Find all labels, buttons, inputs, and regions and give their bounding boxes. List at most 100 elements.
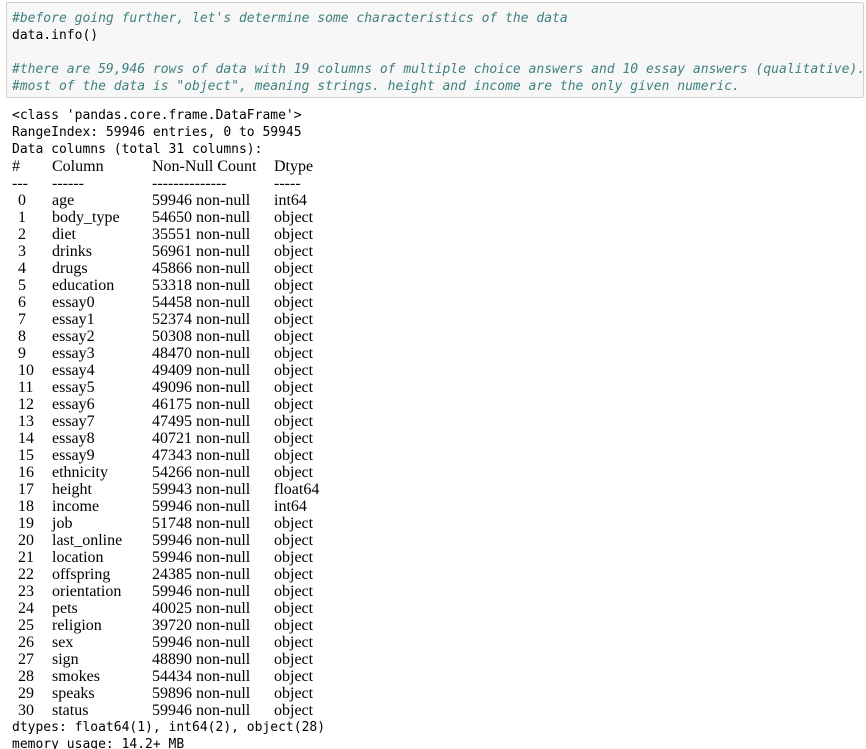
code-statement-line: data.info() — [12, 28, 99, 43]
row-index: 24 — [18, 600, 34, 617]
row-dtype: object — [274, 515, 314, 532]
row-non-null-count: 54458 non-null — [152, 294, 251, 311]
table-row: 22 offspring 24385 non-null object — [12, 566, 412, 583]
code-input-cell[interactable]: #before going further, let's determine s… — [6, 2, 866, 98]
table-row: 6 essay0 54458 non-null object — [12, 294, 412, 311]
row-non-null-count: 54650 non-null — [152, 209, 251, 226]
row-dtype: object — [274, 464, 314, 481]
row-index: 13 — [18, 413, 34, 430]
divider-count: -------------- — [152, 175, 227, 192]
row-dtype: object — [274, 226, 314, 243]
row-column-name: last_online — [52, 532, 123, 549]
row-column-name: essay2 — [52, 328, 95, 345]
row-non-null-count: 59946 non-null — [152, 583, 251, 600]
row-column-name: essay8 — [52, 430, 95, 447]
code-comment-line: #most of the data is "object", meaning s… — [12, 79, 740, 94]
row-non-null-count: 48890 non-null — [152, 651, 251, 668]
row-column-name: pets — [52, 600, 78, 617]
row-column-name: essay5 — [52, 379, 95, 396]
code-comment-line: #before going further, let's determine s… — [12, 11, 568, 26]
row-non-null-count: 59946 non-null — [152, 498, 251, 515]
output-range-line: RangeIndex: 59946 entries, 0 to 59945 — [12, 125, 302, 140]
row-index: 0 — [18, 192, 26, 209]
row-non-null-count: 54434 non-null — [152, 668, 251, 685]
row-non-null-count: 24385 non-null — [152, 566, 251, 583]
table-row: 21 location 59946 non-null object — [12, 549, 412, 566]
row-column-name: location — [52, 549, 104, 566]
row-column-name: sex — [52, 634, 74, 651]
row-non-null-count: 35551 non-null — [152, 226, 251, 243]
row-index: 18 — [18, 498, 34, 515]
row-dtype: object — [274, 277, 314, 294]
row-index: 9 — [18, 345, 26, 362]
row-dtype: object — [274, 328, 314, 345]
table-row: 30 status 59946 non-null object — [12, 702, 412, 719]
row-column-name: drugs — [52, 260, 88, 277]
row-non-null-count: 52374 non-null — [152, 311, 251, 328]
row-column-name: essay3 — [52, 345, 95, 362]
row-non-null-count: 59896 non-null — [152, 685, 251, 702]
row-dtype: object — [274, 396, 314, 413]
row-column-name: religion — [52, 617, 102, 634]
code-comment-line: #there are 59,946 rows of data with 19 c… — [12, 62, 866, 77]
row-index: 16 — [18, 464, 34, 481]
output-class-line: <class 'pandas.core.frame.DataFrame'> — [12, 108, 302, 123]
row-dtype: object — [274, 379, 314, 396]
row-dtype: object — [274, 651, 314, 668]
row-column-name: drinks — [52, 243, 92, 260]
row-column-name: essay1 — [52, 311, 95, 328]
table-row: 26 sex 59946 non-null object — [12, 634, 412, 651]
table-row: 14 essay8 40721 non-null object — [12, 430, 412, 447]
table-row: 18 income 59946 non-null int64 — [12, 498, 412, 515]
row-column-name: height — [52, 481, 92, 498]
row-dtype: object — [274, 617, 314, 634]
row-dtype: int64 — [274, 192, 307, 209]
info-table-divider: --- ------ -------------- ----- — [12, 175, 412, 192]
table-row: 8 essay2 50308 non-null object — [12, 328, 412, 345]
table-row: 29 speaks 59896 non-null object — [12, 685, 412, 702]
table-row: 23 orientation 59946 non-null object — [12, 583, 412, 600]
row-column-name: body_type — [52, 209, 120, 226]
info-table-header: # Column Non-Null Count Dtype — [12, 158, 412, 175]
table-row: 17 height 59943 non-null float64 — [12, 481, 412, 498]
row-dtype: object — [274, 685, 314, 702]
row-non-null-count: 47495 non-null — [152, 413, 251, 430]
row-index: 15 — [18, 447, 34, 464]
row-dtype: object — [274, 362, 314, 379]
row-non-null-count: 49409 non-null — [152, 362, 251, 379]
row-index: 1 — [18, 209, 26, 226]
table-row: 15 essay9 47343 non-null object — [12, 447, 412, 464]
row-dtype: float64 — [274, 481, 320, 498]
row-index: 6 — [18, 294, 26, 311]
table-row: 11 essay5 49096 non-null object — [12, 379, 412, 396]
row-non-null-count: 59946 non-null — [152, 702, 251, 719]
divider-index: --- — [12, 175, 28, 192]
row-non-null-count: 39720 non-null — [152, 617, 251, 634]
table-row: 4 drugs 45866 non-null object — [12, 260, 412, 277]
row-non-null-count: 45866 non-null — [152, 260, 251, 277]
row-column-name: essay0 — [52, 294, 95, 311]
row-dtype: object — [274, 413, 314, 430]
table-row: 5 education 53318 non-null object — [12, 277, 412, 294]
cell-output: <class 'pandas.core.frame.DataFrame'> Ra… — [12, 107, 862, 749]
row-dtype: object — [274, 430, 314, 447]
row-index: 10 — [18, 362, 34, 379]
row-index: 2 — [18, 226, 26, 243]
row-column-name: offspring — [52, 566, 111, 583]
row-index: 20 — [18, 532, 34, 549]
row-non-null-count: 48470 non-null — [152, 345, 251, 362]
row-non-null-count: 49096 non-null — [152, 379, 251, 396]
row-column-name: smokes — [52, 668, 100, 685]
table-row: 12 essay6 46175 non-null object — [12, 396, 412, 413]
table-row: 25 religion 39720 non-null object — [12, 617, 412, 634]
table-row: 2 diet 35551 non-null object — [12, 226, 412, 243]
row-column-name: essay4 — [52, 362, 95, 379]
row-non-null-count: 47343 non-null — [152, 447, 251, 464]
row-non-null-count: 59946 non-null — [152, 634, 251, 651]
row-index: 28 — [18, 668, 34, 685]
row-dtype: object — [274, 566, 314, 583]
row-column-name: sign — [52, 651, 79, 668]
table-row: 1 body_type 54650 non-null object — [12, 209, 412, 226]
table-row: 19 job 51748 non-null object — [12, 515, 412, 532]
row-column-name: job — [52, 515, 73, 532]
